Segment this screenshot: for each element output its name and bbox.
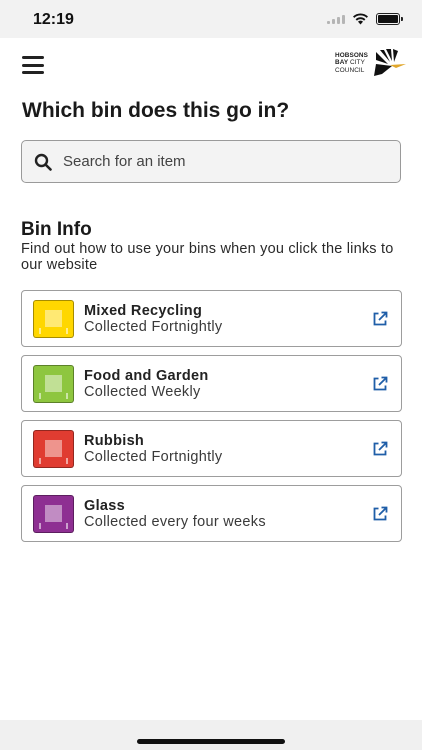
status-bar: 12:19 <box>0 0 422 38</box>
home-indicator[interactable] <box>137 739 285 744</box>
wifi-icon <box>353 13 368 25</box>
external-link-icon[interactable] <box>372 506 388 522</box>
cellular-signal-icon <box>327 14 345 24</box>
bird-logo-icon <box>374 49 406 76</box>
menu-bar <box>22 56 44 59</box>
menu-button[interactable] <box>22 56 44 74</box>
search-input[interactable] <box>63 153 363 170</box>
status-time: 12:19 <box>33 11 74 28</box>
external-link-icon[interactable] <box>372 311 388 327</box>
bin-icon <box>33 495 74 533</box>
bin-info-title: Bin Info <box>21 219 92 240</box>
menu-bar <box>22 71 44 74</box>
council-logo: HOBSONS BAY CITY COUNCIL <box>335 48 406 78</box>
bin-info-description: Find out how to use your bins when you c… <box>21 241 394 273</box>
battery-icon <box>376 13 403 25</box>
bin-frequency: Collected Fortnightly <box>84 319 223 335</box>
bin-list: Mixed Recycling Collected Fortnightly Fo… <box>21 290 402 550</box>
page-title: Which bin does this go in? <box>22 99 290 122</box>
bin-card-glass[interactable]: Glass Collected every four weeks <box>21 485 402 542</box>
bin-name: Glass <box>84 498 125 514</box>
bin-name: Rubbish <box>84 433 145 449</box>
bin-icon <box>33 300 74 338</box>
bin-icon <box>33 365 74 403</box>
search-bar[interactable] <box>21 140 401 183</box>
bin-card-food-and-garden[interactable]: Food and Garden Collected Weekly <box>21 355 402 412</box>
bin-frequency: Collected Fortnightly <box>84 449 223 465</box>
search-icon <box>34 153 52 171</box>
external-link-icon[interactable] <box>372 441 388 457</box>
bin-name: Mixed Recycling <box>84 303 203 319</box>
app-header: HOBSONS BAY CITY COUNCIL <box>0 38 422 92</box>
bottom-bar <box>0 720 422 750</box>
bin-card-mixed-recycling[interactable]: Mixed Recycling Collected Fortnightly <box>21 290 402 347</box>
bin-frequency: Collected every four weeks <box>84 514 266 530</box>
logo-text: HOBSONS BAY CITY COUNCIL <box>334 51 368 74</box>
bin-name: Food and Garden <box>84 368 209 384</box>
menu-bar <box>22 63 44 67</box>
bin-icon <box>33 430 74 468</box>
status-icons <box>327 13 403 25</box>
bin-frequency: Collected Weekly <box>84 384 201 400</box>
external-link-icon[interactable] <box>372 376 388 392</box>
bin-card-rubbish[interactable]: Rubbish Collected Fortnightly <box>21 420 402 477</box>
